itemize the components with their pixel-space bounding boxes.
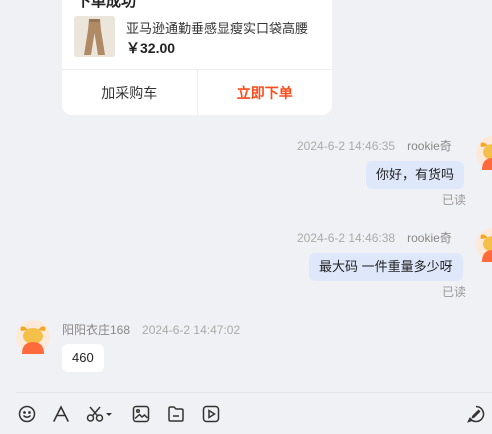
message-meta: 2024-6-2 14:46:38 rookie奇	[297, 229, 452, 246]
chat-window: 下单成功 亚马逊通勤垂感显瘦实口袋高腰 ￥32.00 加采购车 立即下单 202…	[0, 0, 492, 434]
scissors-icon[interactable]	[86, 404, 114, 424]
card-actions: 加采购车 立即下单	[62, 69, 332, 115]
message-time: 2024-6-2 14:46:35	[297, 139, 396, 153]
quick-reply-icon[interactable]	[466, 404, 486, 424]
avatar[interactable]	[476, 228, 492, 262]
message-meta: 阳阳衣庄168 2024-6-2 14:47:02	[62, 321, 240, 338]
read-status: 已读	[442, 285, 467, 299]
message-time: 2024-6-2 14:46:38	[297, 231, 396, 245]
message-sender: rookie奇	[407, 231, 452, 245]
order-now-button[interactable]: 立即下单	[198, 70, 333, 115]
product-name[interactable]: 亚马逊通勤垂感显瘦实口袋高腰	[126, 18, 322, 37]
message-time: 2024-6-2 14:47:02	[142, 323, 241, 337]
avatar[interactable]	[476, 136, 492, 170]
add-to-cart-button[interactable]: 加采购车	[62, 70, 198, 115]
read-status: 已读	[442, 193, 467, 207]
message-bubble[interactable]: 最大码 一件重量多少呀	[309, 253, 463, 281]
emoji-icon[interactable]	[17, 404, 37, 424]
toolbar-divider	[16, 392, 492, 393]
message-bubble[interactable]: 460	[62, 344, 104, 372]
message-sender: 阳阳衣庄168	[62, 323, 131, 337]
product-card: 下单成功 亚马逊通勤垂感显瘦实口袋高腰 ￥32.00 加采购车 立即下单	[62, 0, 332, 115]
image-icon[interactable]	[131, 404, 151, 424]
product-price: ￥32.00	[126, 40, 176, 56]
message-bubble[interactable]: 你好，有货吗	[366, 161, 465, 189]
video-icon[interactable]	[201, 404, 221, 424]
card-title: 下单成功	[76, 0, 137, 10]
message-sender: rookie奇	[407, 139, 452, 153]
font-icon[interactable]	[51, 404, 71, 424]
file-icon[interactable]	[166, 404, 186, 424]
message-meta: 2024-6-2 14:46:35 rookie奇	[297, 137, 452, 154]
avatar[interactable]	[16, 320, 50, 354]
product-thumbnail[interactable]	[74, 16, 115, 57]
